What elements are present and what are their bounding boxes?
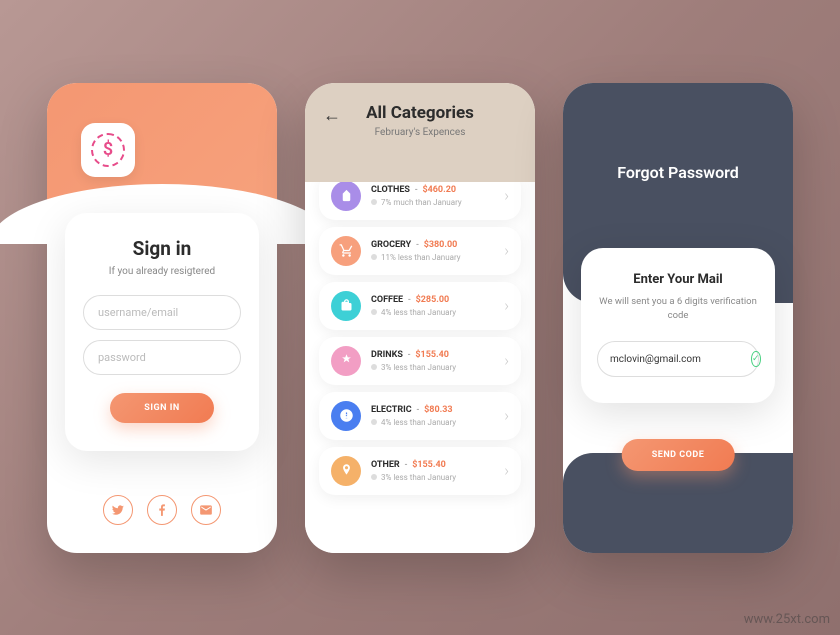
category-icon [331,456,361,486]
bullet-icon [371,199,377,205]
category-icon [331,346,361,376]
category-item[interactable]: $ ELECTRIC-$80.33 4% less than January › [319,392,521,440]
categories-header: ← All Categories February's Expences [305,83,535,182]
twitter-icon[interactable] [103,495,133,525]
category-name: OTHER [371,460,400,470]
watermark: www.25xt.com [744,612,830,627]
username-input[interactable] [83,295,241,330]
category-icon [331,236,361,266]
check-icon: ✓ [751,351,761,367]
forgot-title: Forgot Password [617,163,739,182]
category-amount: $285.00 [416,295,450,305]
category-name: CLOTHES [371,185,410,195]
app-logo: $ [81,123,135,177]
category-amount: $80.33 [424,405,452,415]
chevron-right-icon: › [504,186,509,205]
send-code-button[interactable]: SEND CODE [622,439,735,471]
signin-title: Sign in [83,237,241,260]
category-note: 3% less than January [381,363,456,372]
category-amount: $155.40 [412,460,446,470]
chevron-right-icon: › [504,241,509,260]
forgot-card: Enter Your Mail We will sent you a 6 dig… [581,248,775,404]
category-info: ELECTRIC-$80.33 4% less than January [371,405,494,427]
category-note: 4% less than January [381,418,456,427]
dash: - [415,185,418,195]
category-name: ELECTRIC [371,405,412,415]
social-row [47,495,277,525]
category-name: GROCERY [371,240,411,250]
category-note: 11% less than January [381,253,461,262]
facebook-icon[interactable] [147,495,177,525]
chevron-right-icon: › [504,461,509,480]
chevron-right-icon: › [504,296,509,315]
category-info: CLOTHES-$460.20 7% much than January [371,185,494,207]
category-item[interactable]: OTHER-$155.40 3% less than January › [319,447,521,495]
email-icon[interactable] [191,495,221,525]
email-field-wrap: ✓ [597,341,759,377]
category-icon: $ [331,401,361,431]
category-info: DRINKS-$155.40 3% less than January [371,350,494,372]
category-info: COFFEE-$285.00 4% less than January [371,295,494,317]
bullet-icon [371,474,377,480]
categories-list: CLOTHES-$460.20 7% much than January › G… [305,158,535,553]
signin-button[interactable]: SIGN IN [110,393,213,423]
signin-screen: $ Sign in If you already resigtered SIGN… [47,83,277,553]
category-icon [331,291,361,321]
categories-screen: ← All Categories February's Expences CLO… [305,83,535,553]
category-name: DRINKS [371,350,403,360]
signin-card: Sign in If you already resigtered SIGN I… [65,213,259,451]
forgot-card-subtitle: We will sent you a 6 digits verification… [597,295,759,324]
category-amount: $380.00 [424,240,458,250]
category-amount: $155.40 [415,350,449,360]
categories-title: All Categories [325,103,515,123]
chevron-right-icon: › [504,406,509,425]
category-info: OTHER-$155.40 3% less than January [371,460,494,482]
category-name: COFFEE [371,295,403,305]
signin-subtitle: If you already resigtered [83,266,241,277]
category-note: 7% much than January [381,198,462,207]
bullet-icon [371,419,377,425]
password-input[interactable] [83,340,241,375]
category-item[interactable]: DRINKS-$155.40 3% less than January › [319,337,521,385]
dollar-icon: $ [91,133,125,167]
dash: - [408,350,411,360]
chevron-right-icon: › [504,351,509,370]
dash: - [416,240,419,250]
email-input[interactable] [610,354,743,365]
dash: - [408,295,411,305]
forgot-screen: Forgot Password Enter Your Mail We will … [563,83,793,553]
category-info: GROCERY-$380.00 11% less than January [371,240,494,262]
back-icon[interactable]: ← [323,105,341,126]
category-amount: $460.20 [422,185,456,195]
categories-subtitle: February's Expences [325,127,515,138]
forgot-card-title: Enter Your Mail [597,272,759,287]
svg-text:$: $ [344,410,349,421]
category-item[interactable]: COFFEE-$285.00 4% less than January › [319,282,521,330]
bullet-icon [371,364,377,370]
category-note: 4% less than January [381,308,456,317]
bullet-icon [371,309,377,315]
category-item[interactable]: GROCERY-$380.00 11% less than January › [319,227,521,275]
category-note: 3% less than January [381,473,456,482]
category-icon [331,181,361,211]
bullet-icon [371,254,377,260]
dash: - [417,405,420,415]
dash: - [405,460,408,470]
